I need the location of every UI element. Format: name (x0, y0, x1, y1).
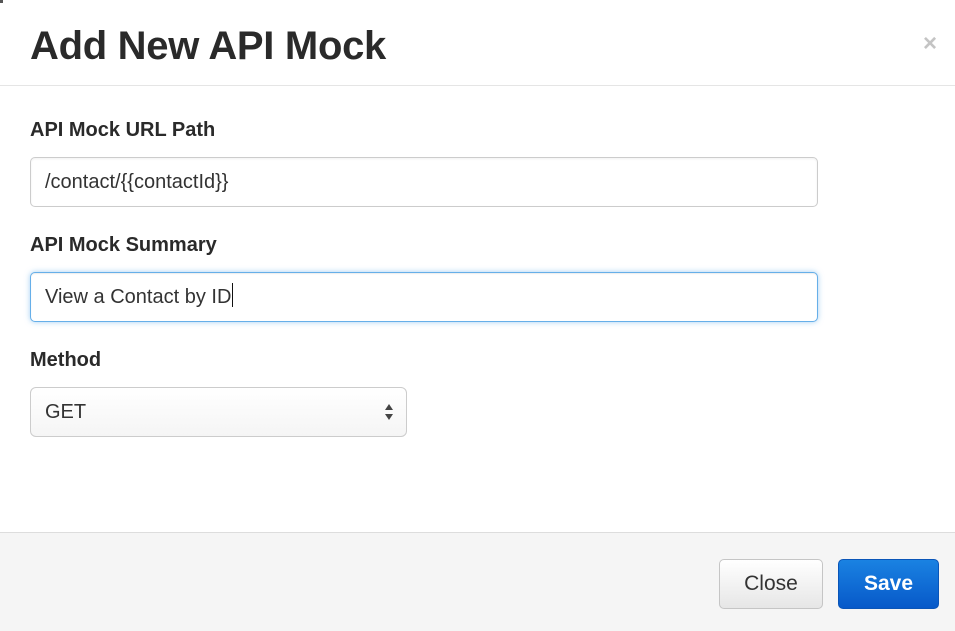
url-path-value: /contact/{{contactId}} (45, 171, 229, 193)
add-api-mock-modal: Add New API Mock × API Mock URL Path /co… (0, 0, 955, 631)
summary-input[interactable]: View a Contact by ID (30, 272, 818, 322)
url-path-label: API Mock URL Path (30, 119, 216, 141)
summary-value: View a Contact by ID (45, 286, 232, 308)
url-path-input[interactable]: /contact/{{contactId}} (30, 157, 818, 207)
select-arrows-icon (385, 404, 393, 420)
summary-label: API Mock Summary (30, 234, 217, 256)
close-icon[interactable]: × (923, 32, 937, 56)
modal-title: Add New API Mock (30, 24, 386, 68)
modal-header: Add New API Mock × (0, 0, 955, 86)
text-caret (232, 283, 234, 307)
method-select[interactable]: GET (30, 387, 407, 437)
save-button[interactable]: Save (838, 559, 939, 609)
method-selected-value: GET (45, 401, 87, 423)
close-button[interactable]: Close (719, 559, 823, 609)
modal-footer: Close Save (0, 532, 955, 631)
method-label: Method (30, 349, 102, 371)
modal-body: API Mock URL Path /contact/{{contactId}}… (0, 86, 955, 532)
